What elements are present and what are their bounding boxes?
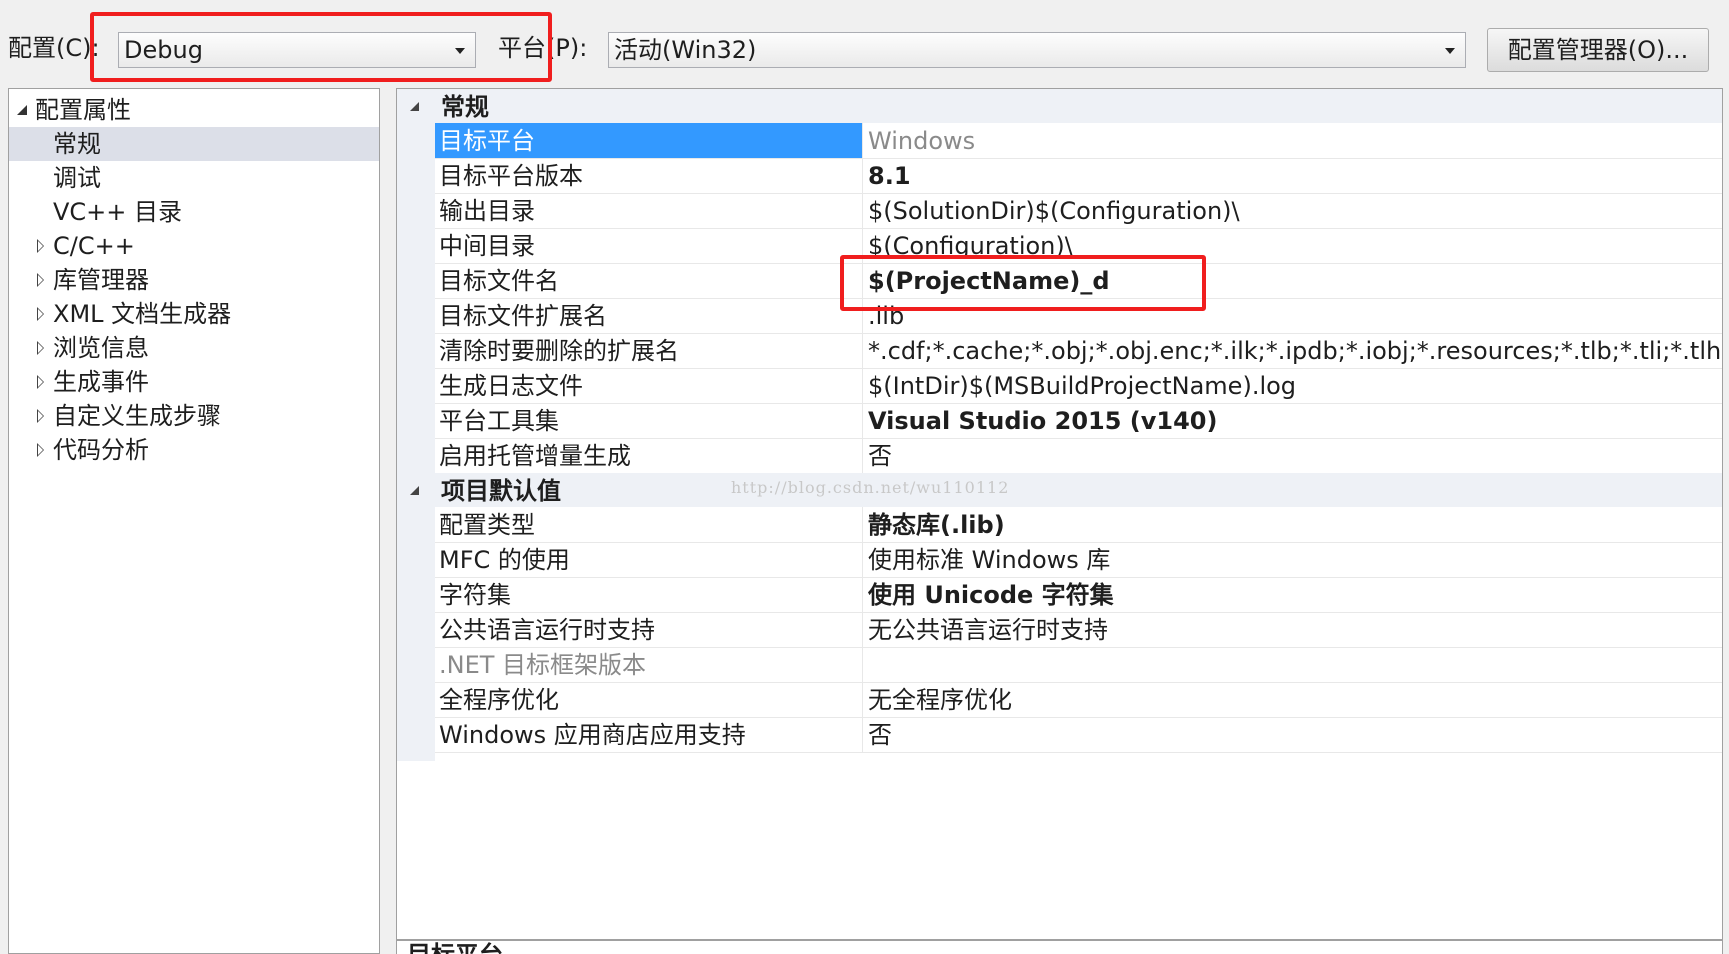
property-name: 中间目录 (435, 228, 863, 263)
tree-item-label: 代码分析 (53, 436, 149, 464)
property-value[interactable]: $(IntDir)$(MSBuildProjectName).log (864, 368, 1722, 403)
property-value[interactable]: 使用标准 Windows 库 (864, 542, 1722, 577)
tree-item-label: 常规 (53, 130, 101, 158)
tree-item-label: 浏览信息 (53, 334, 149, 362)
tree-item[interactable]: 浏览信息 (9, 331, 379, 365)
tree-root-label: 配置属性 (35, 96, 131, 124)
tree-item-label: C/C++ (53, 232, 135, 260)
property-row[interactable]: 全程序优化 无全程序优化 (435, 682, 1722, 718)
property-name: 启用托管增量生成 (435, 438, 863, 473)
property-row[interactable]: 字符集 使用 Unicode 字符集 (435, 577, 1722, 613)
tree-root[interactable]: 配置属性 (9, 93, 379, 127)
property-name: Windows 应用商店应用支持 (435, 717, 863, 752)
tree-item-label: 库管理器 (53, 266, 149, 294)
property-row[interactable]: 配置类型 静态库(.lib) (435, 507, 1722, 543)
config-manager-button[interactable]: 配置管理器(O)... (1487, 28, 1709, 72)
tree-item-label: 自定义生成步骤 (53, 402, 221, 430)
property-name: 目标文件名 (435, 263, 863, 298)
expanded-arrow-icon (17, 105, 27, 115)
property-name: 目标平台 (435, 123, 863, 158)
property-value[interactable]: 否 (864, 438, 1722, 473)
property-value[interactable] (864, 647, 1722, 682)
property-value[interactable]: *.cdf;*.cache;*.obj;*.obj.enc;*.ilk;*.ip… (864, 333, 1722, 368)
property-row[interactable]: 生成日志文件 $(IntDir)$(MSBuildProjectName).log (435, 368, 1722, 404)
property-value[interactable]: Windows (864, 123, 1722, 158)
property-row[interactable]: 平台工具集 Visual Studio 2015 (v140) (435, 403, 1722, 439)
collapsed-arrow-icon[interactable] (37, 375, 44, 389)
description-title: 目标平台 (407, 941, 503, 954)
property-value[interactable]: 8.1 (864, 158, 1722, 193)
property-value[interactable]: 否 (864, 717, 1722, 752)
property-value[interactable]: 使用 Unicode 字符集 (864, 577, 1722, 612)
tree-item[interactable]: 调试 (9, 161, 379, 195)
description-panel: 目标平台 (396, 940, 1723, 954)
property-value[interactable]: 无公共语言运行时支持 (864, 612, 1722, 647)
property-name: 目标文件扩展名 (435, 298, 863, 333)
property-value[interactable]: Visual Studio 2015 (v140) (864, 403, 1722, 438)
property-row[interactable]: 清除时要删除的扩展名 *.cdf;*.cache;*.obj;*.obj.enc;… (435, 333, 1722, 369)
property-row[interactable]: Windows 应用商店应用支持否 (435, 717, 1722, 753)
property-value[interactable]: $(SolutionDir)$(Configuration)\ (864, 193, 1722, 228)
property-row[interactable]: MFC 的使用 使用标准 Windows 库 (435, 542, 1722, 578)
tree-item[interactable]: 自定义生成步骤 (9, 399, 379, 433)
watermark: http://blog.csdn.net/wu110112 (731, 478, 1010, 497)
tree-item-label: XML 文档生成器 (53, 300, 232, 328)
collapsed-arrow-icon[interactable] (37, 443, 44, 457)
property-row[interactable]: 目标平台 Windows (435, 123, 1722, 159)
property-name: 配置类型 (435, 507, 863, 542)
property-name: .NET 目标框架版本 (435, 647, 863, 682)
tree-item-label: 调试 (53, 164, 101, 192)
property-name: 公共语言运行时支持 (435, 612, 863, 647)
collapsed-arrow-icon[interactable] (37, 273, 44, 287)
property-row[interactable]: .NET 目标框架版本 (435, 647, 1722, 683)
property-tree[interactable]: 配置属性 常规调试 VC++ 目录 C/C++ 库管理器 XML 文档生成器 浏览信息生成… (8, 88, 380, 954)
property-name: 输出目录 (435, 193, 863, 228)
tree-item-label: VC++ 目录 (53, 198, 183, 226)
config-label: 配置(C): (8, 34, 100, 62)
property-name: 字符集 (435, 577, 863, 612)
property-grid[interactable]: 常规 目标平台 Windows 目标平台版本 8.1 输出目录 $(SolutionDir)… (396, 88, 1723, 940)
tree-item[interactable]: 库管理器 (9, 263, 379, 297)
property-row[interactable]: 输出目录 $(SolutionDir)$(Configuration)\ (435, 193, 1722, 229)
collapsed-arrow-icon[interactable] (37, 239, 44, 253)
tree-item[interactable]: 常规 (9, 127, 379, 161)
property-row[interactable]: 启用托管增量生成否 (435, 438, 1722, 474)
property-name: MFC 的使用 (435, 542, 863, 577)
category-header[interactable]: 项目默认值 (397, 473, 1722, 507)
collapsed-arrow-icon[interactable] (37, 409, 44, 423)
category-header[interactable]: 常规 (397, 89, 1722, 123)
property-name: 全程序优化 (435, 682, 863, 717)
chevron-down-icon (1445, 48, 1455, 54)
tree-item[interactable]: 生成事件 (9, 365, 379, 399)
collapsed-arrow-icon[interactable] (37, 341, 44, 355)
tree-item[interactable]: XML 文档生成器 (9, 297, 379, 331)
platform-dropdown-value: 活动(Win32) (614, 36, 757, 64)
tree-item[interactable]: 代码分析 (9, 433, 379, 467)
tree-item-label: 生成事件 (53, 368, 149, 396)
property-value[interactable]: 无全程序优化 (864, 682, 1722, 717)
property-name: 目标平台版本 (435, 158, 863, 193)
tree-item[interactable]: VC++ 目录 (9, 195, 379, 229)
category-title: 常规 (441, 93, 489, 121)
property-row[interactable]: 公共语言运行时支持 无公共语言运行时支持 (435, 612, 1722, 648)
property-name: 清除时要删除的扩展名 (435, 333, 863, 368)
property-row[interactable]: 目标平台版本 8.1 (435, 158, 1722, 194)
highlight-box-config (90, 12, 552, 82)
collapse-arrow-icon[interactable] (410, 102, 419, 111)
platform-dropdown[interactable]: 活动(Win32) (608, 32, 1466, 68)
grid-gutter (397, 89, 435, 761)
category-title: 项目默认值 (441, 477, 561, 505)
collapsed-arrow-icon[interactable] (37, 307, 44, 321)
tree-item[interactable]: C/C++ (9, 229, 379, 263)
property-name: 生成日志文件 (435, 368, 863, 403)
property-value[interactable]: 静态库(.lib) (864, 507, 1722, 542)
collapse-arrow-icon[interactable] (410, 486, 419, 495)
highlight-box-target-name (840, 255, 1206, 311)
property-name: 平台工具集 (435, 403, 863, 438)
